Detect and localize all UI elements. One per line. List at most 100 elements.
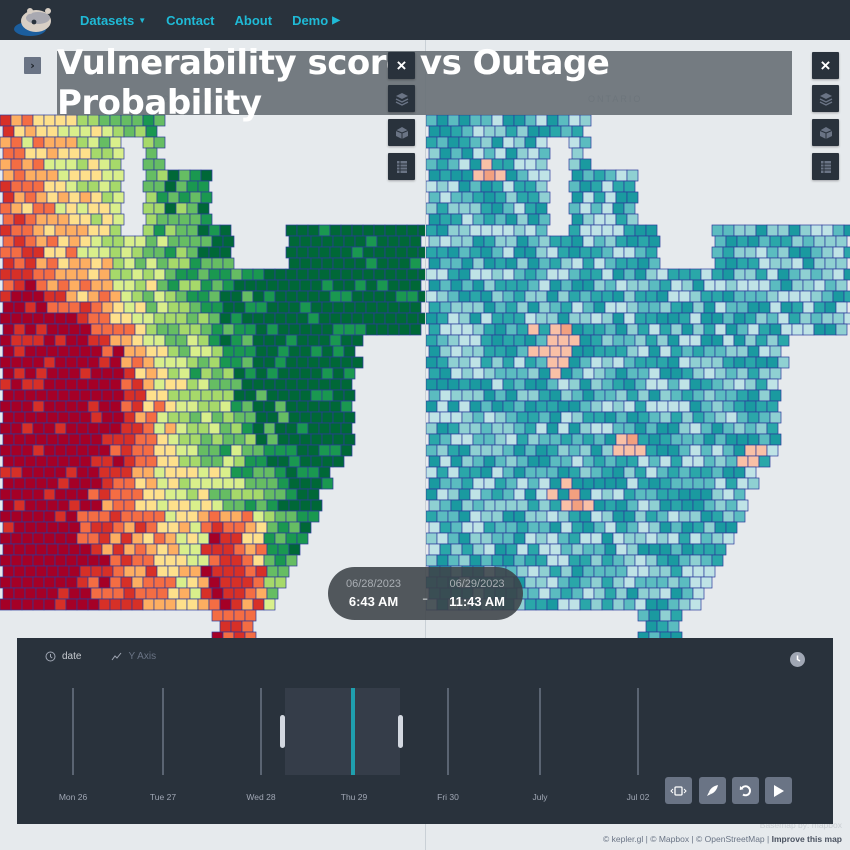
county-polygon[interactable] — [461, 169, 474, 182]
county-polygon[interactable] — [241, 466, 254, 479]
county-polygon[interactable] — [447, 532, 460, 545]
county-polygon[interactable] — [722, 532, 735, 545]
county-polygon[interactable] — [491, 334, 504, 347]
county-polygon[interactable] — [491, 356, 504, 369]
county-polygon[interactable] — [480, 246, 493, 259]
county-polygon[interactable] — [142, 378, 155, 391]
county-polygon[interactable] — [252, 268, 265, 281]
county-polygon[interactable] — [458, 532, 471, 545]
county-polygon[interactable] — [491, 444, 504, 457]
county-polygon[interactable] — [601, 202, 614, 215]
county-polygon[interactable] — [10, 444, 23, 457]
county-polygon[interactable] — [134, 543, 147, 556]
county-polygon[interactable] — [703, 389, 716, 402]
county-polygon[interactable] — [524, 378, 537, 391]
county-polygon[interactable] — [120, 422, 133, 435]
county-polygon[interactable] — [263, 510, 276, 523]
county-polygon[interactable] — [502, 532, 515, 545]
county-polygon[interactable] — [277, 367, 290, 380]
county-polygon[interactable] — [832, 246, 845, 259]
county-polygon[interactable] — [733, 510, 746, 523]
county-polygon[interactable] — [296, 532, 309, 545]
county-polygon[interactable] — [428, 367, 441, 380]
county-polygon[interactable] — [766, 312, 779, 325]
county-polygon[interactable] — [252, 290, 265, 303]
county-polygon[interactable] — [10, 114, 23, 127]
county-polygon[interactable] — [167, 301, 180, 314]
county-polygon[interactable] — [24, 257, 37, 270]
county-polygon[interactable] — [450, 345, 463, 358]
county-polygon[interactable] — [0, 224, 12, 237]
county-polygon[interactable] — [439, 147, 452, 160]
county-polygon[interactable] — [436, 532, 449, 545]
county-polygon[interactable] — [527, 169, 540, 182]
county-polygon[interactable] — [593, 301, 606, 314]
county-polygon[interactable] — [153, 400, 166, 413]
county-polygon[interactable] — [835, 301, 848, 314]
county-polygon[interactable] — [46, 477, 59, 490]
county-polygon[interactable] — [502, 136, 515, 149]
county-polygon[interactable] — [307, 400, 320, 413]
county-polygon[interactable] — [178, 169, 191, 182]
county-polygon[interactable] — [766, 268, 779, 281]
county-polygon[interactable] — [799, 268, 812, 281]
county-polygon[interactable] — [189, 499, 202, 512]
county-polygon[interactable] — [546, 268, 559, 281]
county-polygon[interactable] — [24, 565, 37, 578]
county-polygon[interactable] — [524, 598, 537, 611]
county-polygon[interactable] — [612, 576, 625, 589]
county-polygon[interactable] — [10, 554, 23, 567]
county-polygon[interactable] — [32, 444, 45, 457]
county-polygon[interactable] — [68, 477, 81, 490]
county-polygon[interactable] — [623, 576, 636, 589]
county-polygon[interactable] — [747, 411, 760, 424]
county-polygon[interactable] — [582, 455, 595, 468]
county-polygon[interactable] — [428, 543, 441, 556]
county-polygon[interactable] — [461, 367, 474, 380]
county-polygon[interactable] — [502, 400, 515, 413]
county-polygon[interactable] — [579, 532, 592, 545]
county-polygon[interactable] — [579, 466, 592, 479]
county-polygon[interactable] — [725, 323, 738, 336]
county-polygon[interactable] — [744, 466, 757, 479]
county-polygon[interactable] — [189, 367, 202, 380]
county-polygon[interactable] — [145, 367, 158, 380]
county-polygon[interactable] — [615, 433, 628, 446]
county-polygon[interactable] — [76, 510, 89, 523]
county-polygon[interactable] — [711, 224, 724, 237]
county-polygon[interactable] — [689, 488, 702, 501]
county-polygon[interactable] — [277, 345, 290, 358]
county-polygon[interactable] — [656, 532, 669, 545]
county-polygon[interactable] — [491, 466, 504, 479]
county-polygon[interactable] — [604, 477, 617, 490]
county-polygon[interactable] — [164, 422, 177, 435]
county-polygon[interactable] — [211, 477, 224, 490]
county-polygon[interactable] — [208, 532, 221, 545]
county-polygon[interactable] — [112, 389, 125, 402]
county-polygon[interactable] — [123, 235, 136, 248]
county-polygon[interactable] — [87, 378, 100, 391]
county-polygon[interactable] — [46, 543, 59, 556]
county-polygon[interactable] — [79, 125, 92, 138]
county-polygon[interactable] — [197, 356, 210, 369]
county-polygon[interactable] — [458, 400, 471, 413]
county-polygon[interactable] — [109, 334, 122, 347]
county-polygon[interactable] — [626, 565, 639, 578]
county-polygon[interactable] — [43, 400, 56, 413]
county-polygon[interactable] — [329, 246, 342, 259]
county-polygon[interactable] — [90, 235, 103, 248]
county-polygon[interactable] — [13, 499, 26, 512]
county-polygon[interactable] — [266, 367, 279, 380]
county-polygon[interactable] — [68, 565, 81, 578]
county-polygon[interactable] — [299, 367, 312, 380]
county-polygon[interactable] — [321, 279, 334, 292]
county-polygon[interactable] — [417, 246, 425, 259]
county-polygon[interactable] — [299, 499, 312, 512]
county-polygon[interactable] — [233, 477, 246, 490]
county-polygon[interactable] — [426, 422, 438, 435]
county-polygon[interactable] — [502, 180, 515, 193]
county-polygon[interactable] — [32, 334, 45, 347]
county-polygon[interactable] — [362, 290, 375, 303]
county-polygon[interactable] — [109, 532, 122, 545]
county-polygon[interactable] — [648, 543, 661, 556]
